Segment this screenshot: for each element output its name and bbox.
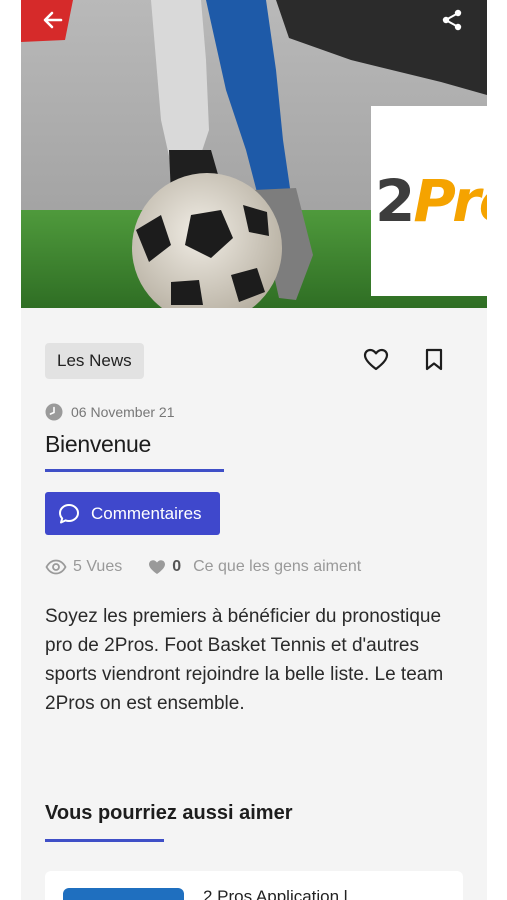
date-text: 06 November 21 [71,404,175,420]
likes-label: Ce que les gens aiment [193,558,362,575]
article-date: 06 November 21 [45,403,175,421]
title-underline [45,469,224,472]
heart-outline-icon [363,348,389,371]
app-screen: 2Pro Les News 06 November 21 Bienvenue C… [21,0,487,900]
brand-logo-number: 2 [375,167,415,235]
related-article-card[interactable]: 2 Pros Application l... [45,871,463,900]
share-button[interactable] [435,3,469,37]
heart-filled-icon [149,560,166,574]
brand-logo: 2Pro [375,172,487,230]
related-underline [45,839,164,842]
brand-logo-panel: 2Pro [371,106,487,296]
related-section-title: Vous pourriez aussi aimer [45,802,293,824]
views-text: 5 Vues [73,558,123,575]
bookmark-icon [425,348,443,371]
views-stat: 5 Vues [45,558,122,576]
related-article-thumbnail [63,888,184,900]
back-button[interactable] [36,3,70,37]
likes-stat: 0 Ce que les gens aiment [148,558,361,576]
brand-logo-word: Pro [413,167,487,235]
bookmark-button[interactable] [417,343,451,377]
comments-label: Commentaires [91,503,202,523]
likes-count: 0 [172,558,182,575]
comments-button[interactable]: Commentaires [45,492,220,535]
category-chip[interactable]: Les News [45,343,144,379]
related-article-title: 2 Pros Application l... [203,887,362,900]
article-body: Soyez les premiers à bénéficier du prono… [45,606,444,714]
eye-icon [45,559,67,575]
article-stats: 5 Vues 0 Ce que les gens aiment [45,556,361,578]
clock-icon [45,403,63,421]
chat-bubble-icon [59,503,79,523]
share-icon [442,9,462,31]
like-button[interactable] [359,343,393,377]
article-title: Bienvenue [45,431,151,457]
hero-image: 2Pro [21,0,487,308]
arrow-left-icon [43,11,63,29]
category-label: Les News [57,351,132,370]
